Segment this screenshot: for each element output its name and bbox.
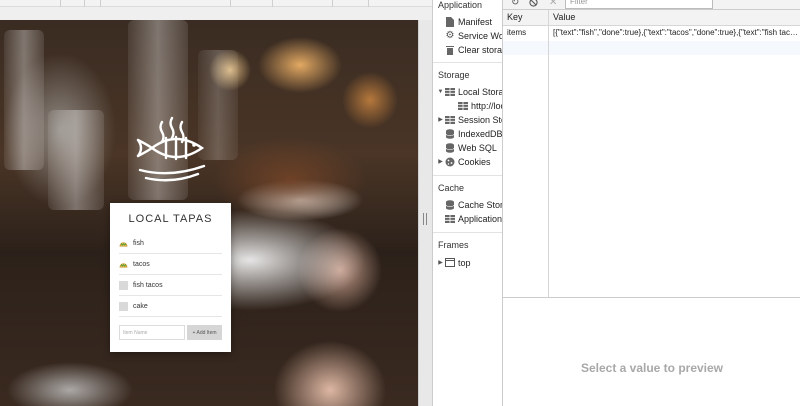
sidebar-item-cookies[interactable]: ▶ Cookies bbox=[436, 155, 490, 168]
sidebar-item-localhost[interactable]: http://localhost bbox=[449, 99, 502, 112]
sidebar-item-clear-storage[interactable]: Clear storage bbox=[436, 43, 502, 56]
todo-item[interactable]: tacos bbox=[119, 254, 222, 275]
sidebar-item-local-storage[interactable]: ▼ Local Storage bbox=[436, 85, 502, 98]
todo-item-text: cake bbox=[133, 302, 148, 310]
section-divider bbox=[433, 62, 502, 63]
trash-icon bbox=[445, 45, 455, 55]
section-divider bbox=[433, 232, 502, 233]
column-header-value[interactable]: Value bbox=[553, 12, 575, 22]
todo-item[interactable]: cake bbox=[119, 296, 222, 317]
section-title-application: Application bbox=[438, 0, 483, 10]
add-item-form: + Add Item bbox=[119, 325, 222, 340]
grid-icon bbox=[445, 115, 455, 125]
expand-triangle-icon[interactable]: ▼ bbox=[436, 89, 445, 95]
todo-item-text: fish bbox=[133, 239, 144, 247]
todo-item[interactable]: fish bbox=[119, 233, 222, 254]
database-icon bbox=[445, 128, 455, 139]
sidebar-item-session-storage[interactable]: ▶ Session Storage bbox=[436, 113, 502, 126]
sidebar-item-web-sql[interactable]: Web SQL bbox=[436, 141, 497, 154]
row-key: items bbox=[507, 28, 527, 37]
card-title: LOCAL TAPAS bbox=[128, 213, 213, 225]
sidebar-item-cache-storage[interactable]: Cache Storage bbox=[436, 198, 502, 211]
sidebar-item-manifest[interactable]: Manifest bbox=[436, 15, 492, 28]
filter-input[interactable]: Filter bbox=[565, 0, 713, 9]
add-item-button[interactable]: + Add Item bbox=[187, 325, 222, 340]
section-divider bbox=[433, 175, 502, 176]
cookie-icon bbox=[445, 157, 455, 167]
taco-done-icon[interactable] bbox=[119, 239, 128, 248]
application-sidebar: Application Manifest ⚙ Service Workers C… bbox=[433, 0, 503, 406]
database-icon bbox=[445, 142, 455, 153]
taco-done-icon[interactable] bbox=[119, 260, 128, 269]
fish-logo-icon bbox=[136, 116, 206, 182]
delete-icon[interactable]: ✕ bbox=[549, 0, 557, 9]
storage-toolbar: ↻ ✕ Filter bbox=[503, 0, 800, 10]
section-title-storage: Storage bbox=[438, 70, 470, 80]
grid-icon bbox=[445, 214, 455, 224]
sidebar-item-application-cache[interactable]: Application Cache bbox=[436, 212, 502, 225]
collapsed-triangle-icon[interactable]: ▶ bbox=[436, 158, 445, 165]
sidebar-item-service-workers[interactable]: ⚙ Service Workers bbox=[436, 29, 502, 42]
sidebar-item-top-frame[interactable]: ▶ top bbox=[436, 256, 470, 269]
frame-icon bbox=[445, 258, 455, 268]
collapsed-triangle-icon[interactable]: ▶ bbox=[436, 116, 445, 123]
splitter-grip-icon[interactable] bbox=[423, 213, 427, 225]
grid-icon bbox=[458, 101, 468, 111]
item-name-input[interactable] bbox=[119, 325, 185, 340]
storage-table: Key Value items [{"text":"fish","done":t… bbox=[503, 10, 800, 297]
refresh-icon[interactable]: ↻ bbox=[511, 0, 519, 9]
gear-icon: ⚙ bbox=[445, 30, 455, 41]
database-icon bbox=[445, 199, 455, 210]
browser-top-strip bbox=[0, 0, 432, 7]
column-divider[interactable] bbox=[548, 10, 549, 297]
row-value: [{"text":"fish","done":true},{"text":"ta… bbox=[553, 28, 798, 37]
value-preview-pane: Select a value to preview bbox=[503, 297, 800, 406]
todo-item-text: tacos bbox=[133, 260, 150, 268]
todo-item[interactable]: fish tacos bbox=[119, 275, 222, 296]
sidebar-item-indexeddb[interactable]: IndexedDB bbox=[436, 127, 502, 140]
collapsed-triangle-icon[interactable]: ▶ bbox=[436, 259, 445, 266]
page-viewport: LOCAL TAPAS fish tacos fish tacos cake I… bbox=[0, 0, 432, 406]
todo-card: LOCAL TAPAS fish tacos fish tacos cake I… bbox=[110, 203, 231, 352]
section-title-cache: Cache bbox=[438, 183, 465, 193]
todo-checkbox[interactable] bbox=[119, 280, 128, 290]
document-icon bbox=[445, 16, 455, 27]
devtools-panel: Application Manifest ⚙ Service Workers C… bbox=[432, 0, 800, 406]
preview-placeholder: Select a value to preview bbox=[580, 361, 724, 375]
section-title-frames: Frames bbox=[438, 240, 469, 250]
todo-checkbox[interactable] bbox=[119, 301, 128, 311]
column-header-key[interactable]: Key bbox=[507, 12, 523, 22]
panel-splitter[interactable] bbox=[418, 20, 432, 406]
todo-list: fish tacos fish tacos cake bbox=[119, 233, 222, 317]
grid-icon bbox=[445, 87, 455, 97]
todo-item-text: fish tacos bbox=[133, 281, 163, 289]
